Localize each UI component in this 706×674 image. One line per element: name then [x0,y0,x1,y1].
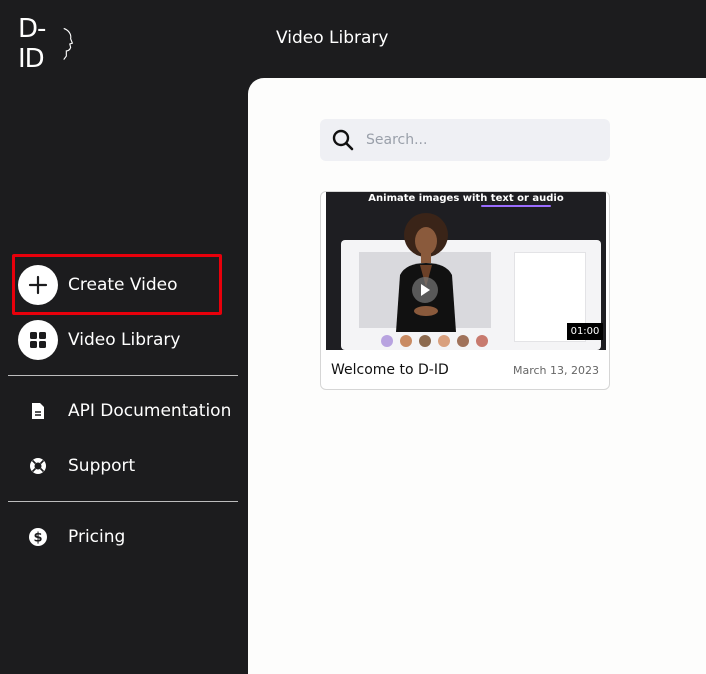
sidebar-item-video-library[interactable]: Video Library [18,320,180,360]
avatar-option [419,335,431,347]
document-icon [18,391,58,431]
profile-silhouette-icon [63,27,74,60]
sidebar-divider [8,501,238,502]
thumbnail-caption: Animate images with text or audio [368,193,564,204]
sidebar-item-support[interactable]: Support [18,446,135,486]
avatar-option [457,335,469,347]
dollar-icon: $ [18,517,58,557]
logo[interactable]: D-ID [18,14,74,74]
video-date: March 13, 2023 [512,364,599,377]
avatar-option [476,335,488,347]
video-title: Welcome to D-ID [331,362,449,378]
sidebar-item-label: Create Video [68,275,178,295]
video-card[interactable]: Animate images with text or audio 01:00 … [320,191,610,390]
search-icon [332,129,354,151]
sidebar-item-pricing[interactable]: $ Pricing [18,517,125,557]
svg-text:$: $ [33,531,42,546]
sidebar-item-api-documentation[interactable]: API Documentation [18,391,231,431]
sidebar-divider [8,375,238,376]
avatar-option [438,335,450,347]
search-input[interactable] [366,132,586,148]
video-thumbnail[interactable]: Animate images with text or audio 01:00 [326,192,606,350]
sidebar-item-label: Pricing [68,527,126,547]
play-icon[interactable] [412,277,438,303]
avatar-option [400,335,412,347]
avatar-option [381,335,393,347]
plus-icon [18,265,58,305]
grid-icon [18,320,58,360]
page-title: Video Library [276,28,389,48]
logo-text: D-ID [18,14,46,74]
sidebar-item-create-video[interactable]: Create Video [18,265,178,305]
sidebar-item-label: Support [68,456,136,476]
sidebar-item-label: API Documentation [68,401,232,421]
main-panel: Animate images with text or audio [248,78,706,674]
sidebar-item-label: Video Library [68,330,181,350]
caption-underline [481,205,551,207]
presenter-figure [396,213,456,332]
search-bar[interactable] [320,119,610,161]
lifebuoy-icon [18,446,58,486]
duration-badge: 01:00 [567,323,603,340]
